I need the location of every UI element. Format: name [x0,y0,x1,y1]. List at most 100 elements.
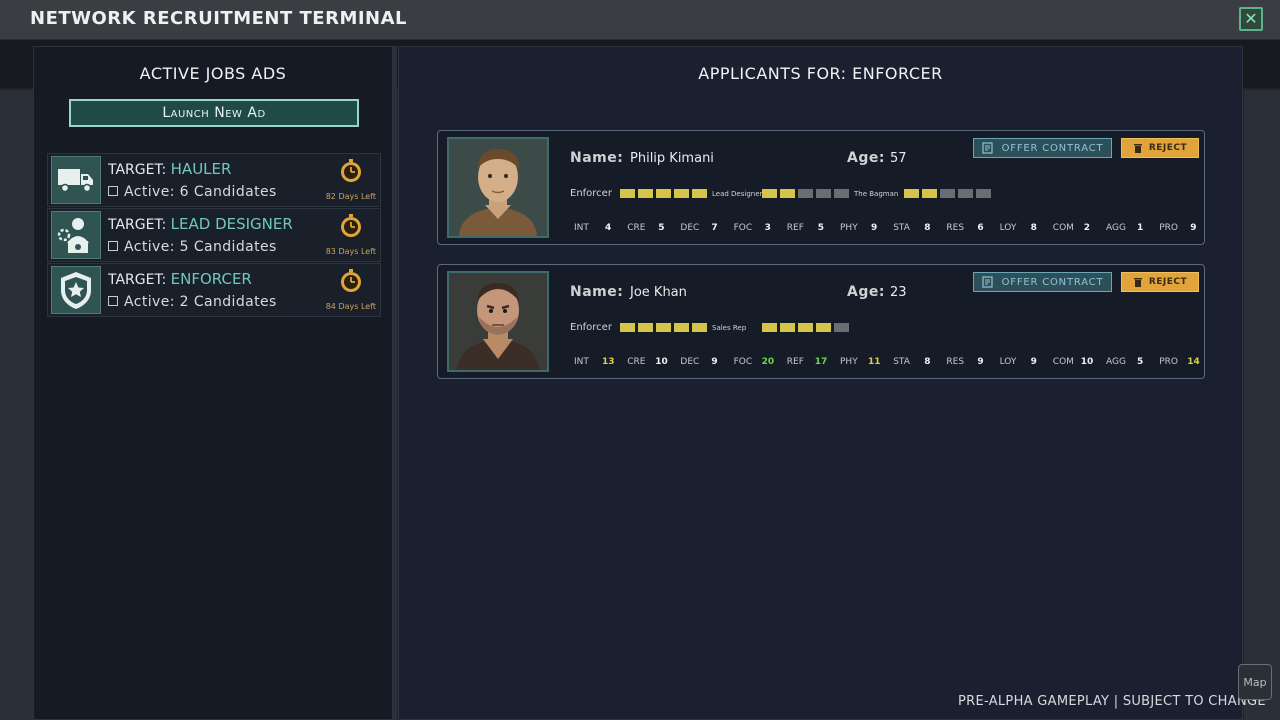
stat-pro: PRO 14 [1159,357,1200,367]
offer-contract-button[interactable]: OFFER CONTRACT [973,272,1112,292]
stat-value: 2 [1083,223,1091,233]
skill-segment [656,189,671,198]
job-active-count: Active: 5 Candidates [108,239,277,255]
age-label: Age: [847,150,885,166]
stat-key: INT [574,357,589,367]
stat-key: INT [574,223,589,233]
close-button[interactable]: ✕ [1239,7,1263,31]
stat-value: 8 [924,357,931,367]
job-active-count: Active: 2 Candidates [108,294,277,310]
title-bar: NETWORK RECRUITMENT TERMINAL ✕ [0,0,1280,40]
stat-value: 8 [924,223,931,233]
name-label: Name: [570,284,624,300]
stat-int: INT 4 [574,223,611,233]
stat-com: COM 2 [1052,223,1090,233]
skill-name: The Bagman [854,190,899,198]
stat-key: PHY [840,357,858,367]
skill-bar [620,189,707,198]
stat-pro: PRO 9 [1159,223,1196,233]
job-active-label: Active: 6 Candidates [124,184,277,200]
stat-value: 5 [817,223,825,233]
job-target: TARGET: LEAD DESIGNER [108,215,293,233]
stat-agg: AGG 1 [1106,223,1143,233]
stat-key: PRO [1159,357,1178,367]
reject-label: REJECT [1148,277,1188,287]
stat-value: 13 [602,357,615,367]
stat-key: CRE [627,357,646,367]
stat-key: FOC [733,357,753,367]
map-label: Map [1243,675,1267,689]
skill-segment [674,189,689,198]
skill-name: Enforcer [570,322,612,333]
stat-key: RES [946,223,965,233]
job-card-lead-designer[interactable]: TARGET: LEAD DESIGNER Active: 5 Candidat… [47,208,381,262]
job-target: TARGET: ENFORCER [108,270,252,288]
applicant-age: 23 [890,285,907,300]
applicants-panel: APPLICANTS FOR: ENFORCER Name: Philip Ki… [398,46,1243,720]
reject-button[interactable]: REJECT [1121,138,1199,158]
job-role: LEAD DESIGNER [170,215,293,233]
job-card-enforcer[interactable]: TARGET: ENFORCER Active: 2 Candidates 84… [47,263,381,317]
stat-value: 7 [711,223,718,233]
skill-segment [834,189,849,198]
skill-segment [620,323,635,332]
stat-agg: AGG 5 [1106,357,1143,367]
skill-segment [904,189,919,198]
job-target: TARGET: HAULER [108,160,231,178]
stat-key: COM [1052,223,1074,233]
stat-res: RES 9 [946,357,983,367]
reject-button[interactable]: REJECT [1121,272,1199,292]
skill-segment [762,189,777,198]
stat-key: REF [786,357,804,367]
active-jobs-heading: ACTIVE JOBS ADS [139,64,287,83]
stat-loy: LOY 9 [1000,357,1037,367]
timer-icon [341,269,361,292]
stat-key: LOY [999,223,1017,233]
skill-segment [638,189,653,198]
skill-segment [674,323,689,332]
active-jobs-panel: ACTIVE JOBS ADS Launch New Ad TARGET: HA… [33,46,393,720]
applicant-portrait [447,271,549,372]
map-button[interactable]: Map [1238,664,1272,700]
days-left: 84 Days Left [325,302,376,311]
close-icon: ✕ [1244,9,1258,28]
skill-bar [762,189,849,198]
stat-value: 14 [1187,357,1200,367]
stat-cre: CRE 10 [627,357,668,367]
timer-icon [341,214,361,237]
offer-contract-button[interactable]: OFFER CONTRACT [973,138,1112,158]
job-card-hauler[interactable]: TARGET: HAULER Active: 6 Candidates 82 D… [47,153,381,207]
truck-icon [51,156,101,204]
checkbox[interactable] [108,241,118,251]
stat-phy: PHY 11 [840,357,881,367]
stat-value: 1 [1137,223,1144,233]
stat-key: AGG [1106,357,1126,367]
applicant-card: Name: Joe Khan Age: 23 OFFER CONTRACT RE… [437,264,1205,379]
stat-value: 9 [1190,223,1197,233]
timer-icon [341,159,361,182]
stat-foc: FOC 20 [733,357,775,367]
age-label: Age: [847,284,885,300]
job-role: ENFORCER [170,270,252,288]
trash-icon [1133,277,1142,287]
skill-segment [620,189,635,198]
skill-segment [976,189,991,198]
applicant-name: Joe Khan [630,285,687,300]
stat-value: 20 [761,357,775,367]
job-target-prefix: TARGET: [108,162,171,178]
job-active-count: Active: 6 Candidates [108,184,277,200]
offer-contract-label: OFFER CONTRACT [1001,276,1104,288]
stat-key: DEC [680,223,700,233]
launch-new-ad-button[interactable]: Launch New Ad [69,99,359,127]
stat-int: INT 13 [574,357,615,367]
checkbox[interactable] [108,186,118,196]
stat-value: 5 [658,223,665,233]
job-role: HAULER [170,160,232,178]
reject-label: REJECT [1148,143,1188,153]
checkbox[interactable] [108,296,118,306]
skill-segment [798,189,813,198]
stat-key: DEC [680,357,700,367]
job-active-label: Active: 2 Candidates [124,294,277,310]
panel-divider[interactable] [393,46,397,720]
shield-star-icon [51,266,101,314]
